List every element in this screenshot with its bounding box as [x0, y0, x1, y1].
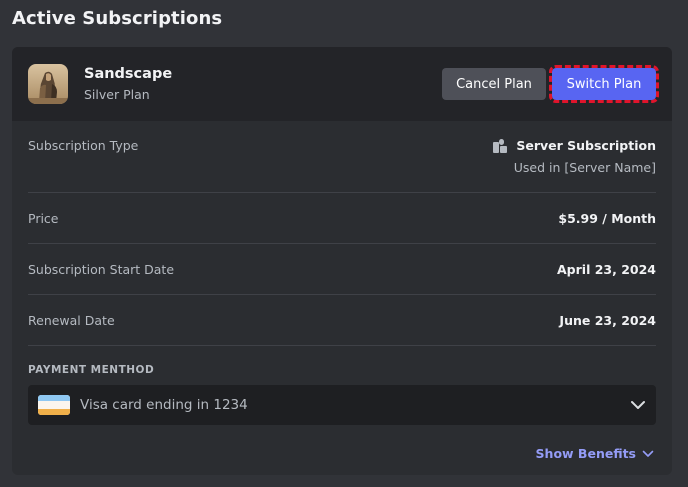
- price-label: Price: [28, 210, 59, 226]
- page-title: Active Subscriptions: [12, 8, 223, 29]
- chevron-down-icon[interactable]: [630, 400, 646, 410]
- switch-plan-button[interactable]: Switch Plan: [549, 65, 659, 103]
- subscription-name: Sandscape: [84, 66, 173, 82]
- server-icon: [493, 138, 508, 153]
- game-art-avatar-icon: [28, 64, 68, 104]
- cancel-plan-button[interactable]: Cancel Plan: [442, 68, 546, 100]
- detail-row-start: Subscription Start Date April 23, 2024: [28, 244, 656, 295]
- payment-method-select[interactable]: Visa card ending in 1234: [28, 385, 656, 425]
- payment-method-label: PAYMENT MENTHOD: [28, 364, 155, 376]
- subscription-avatar: [28, 64, 68, 104]
- subscription-details: Subscription Type Server Subscription Us…: [12, 121, 672, 346]
- type-value-block: Server Subscription Used in [Server Name…: [493, 138, 656, 175]
- start-date-label: Subscription Start Date: [28, 261, 175, 277]
- price-value: $5.99 / Month: [558, 210, 656, 226]
- credit-card-icon: [38, 395, 70, 415]
- chevron-down-icon: [642, 450, 654, 458]
- start-date-value: April 23, 2024: [557, 261, 656, 277]
- type-value: Server Subscription: [516, 138, 656, 153]
- type-sub: Used in [Server Name]: [513, 160, 656, 175]
- subscription-tier: Silver Plan: [84, 87, 150, 102]
- plan-info: Sandscape Silver Plan: [84, 66, 442, 102]
- show-benefits-link[interactable]: Show Benefits: [536, 446, 654, 461]
- subscription-header: Sandscape Silver Plan Cancel Plan Switch…: [12, 47, 672, 121]
- payment-method-value: Visa card ending in 1234: [80, 397, 248, 413]
- subscription-card: Sandscape Silver Plan Cancel Plan Switch…: [12, 47, 672, 475]
- detail-row-renewal: Renewal Date June 23, 2024: [28, 295, 656, 346]
- detail-row-type: Subscription Type Server Subscription Us…: [28, 121, 656, 193]
- renewal-date-label: Renewal Date: [28, 312, 115, 328]
- detail-row-price: Price $5.99 / Month: [28, 193, 656, 244]
- show-benefits-label: Show Benefits: [535, 446, 636, 461]
- type-label: Subscription Type: [28, 138, 139, 153]
- renewal-date-value: June 23, 2024: [559, 312, 656, 328]
